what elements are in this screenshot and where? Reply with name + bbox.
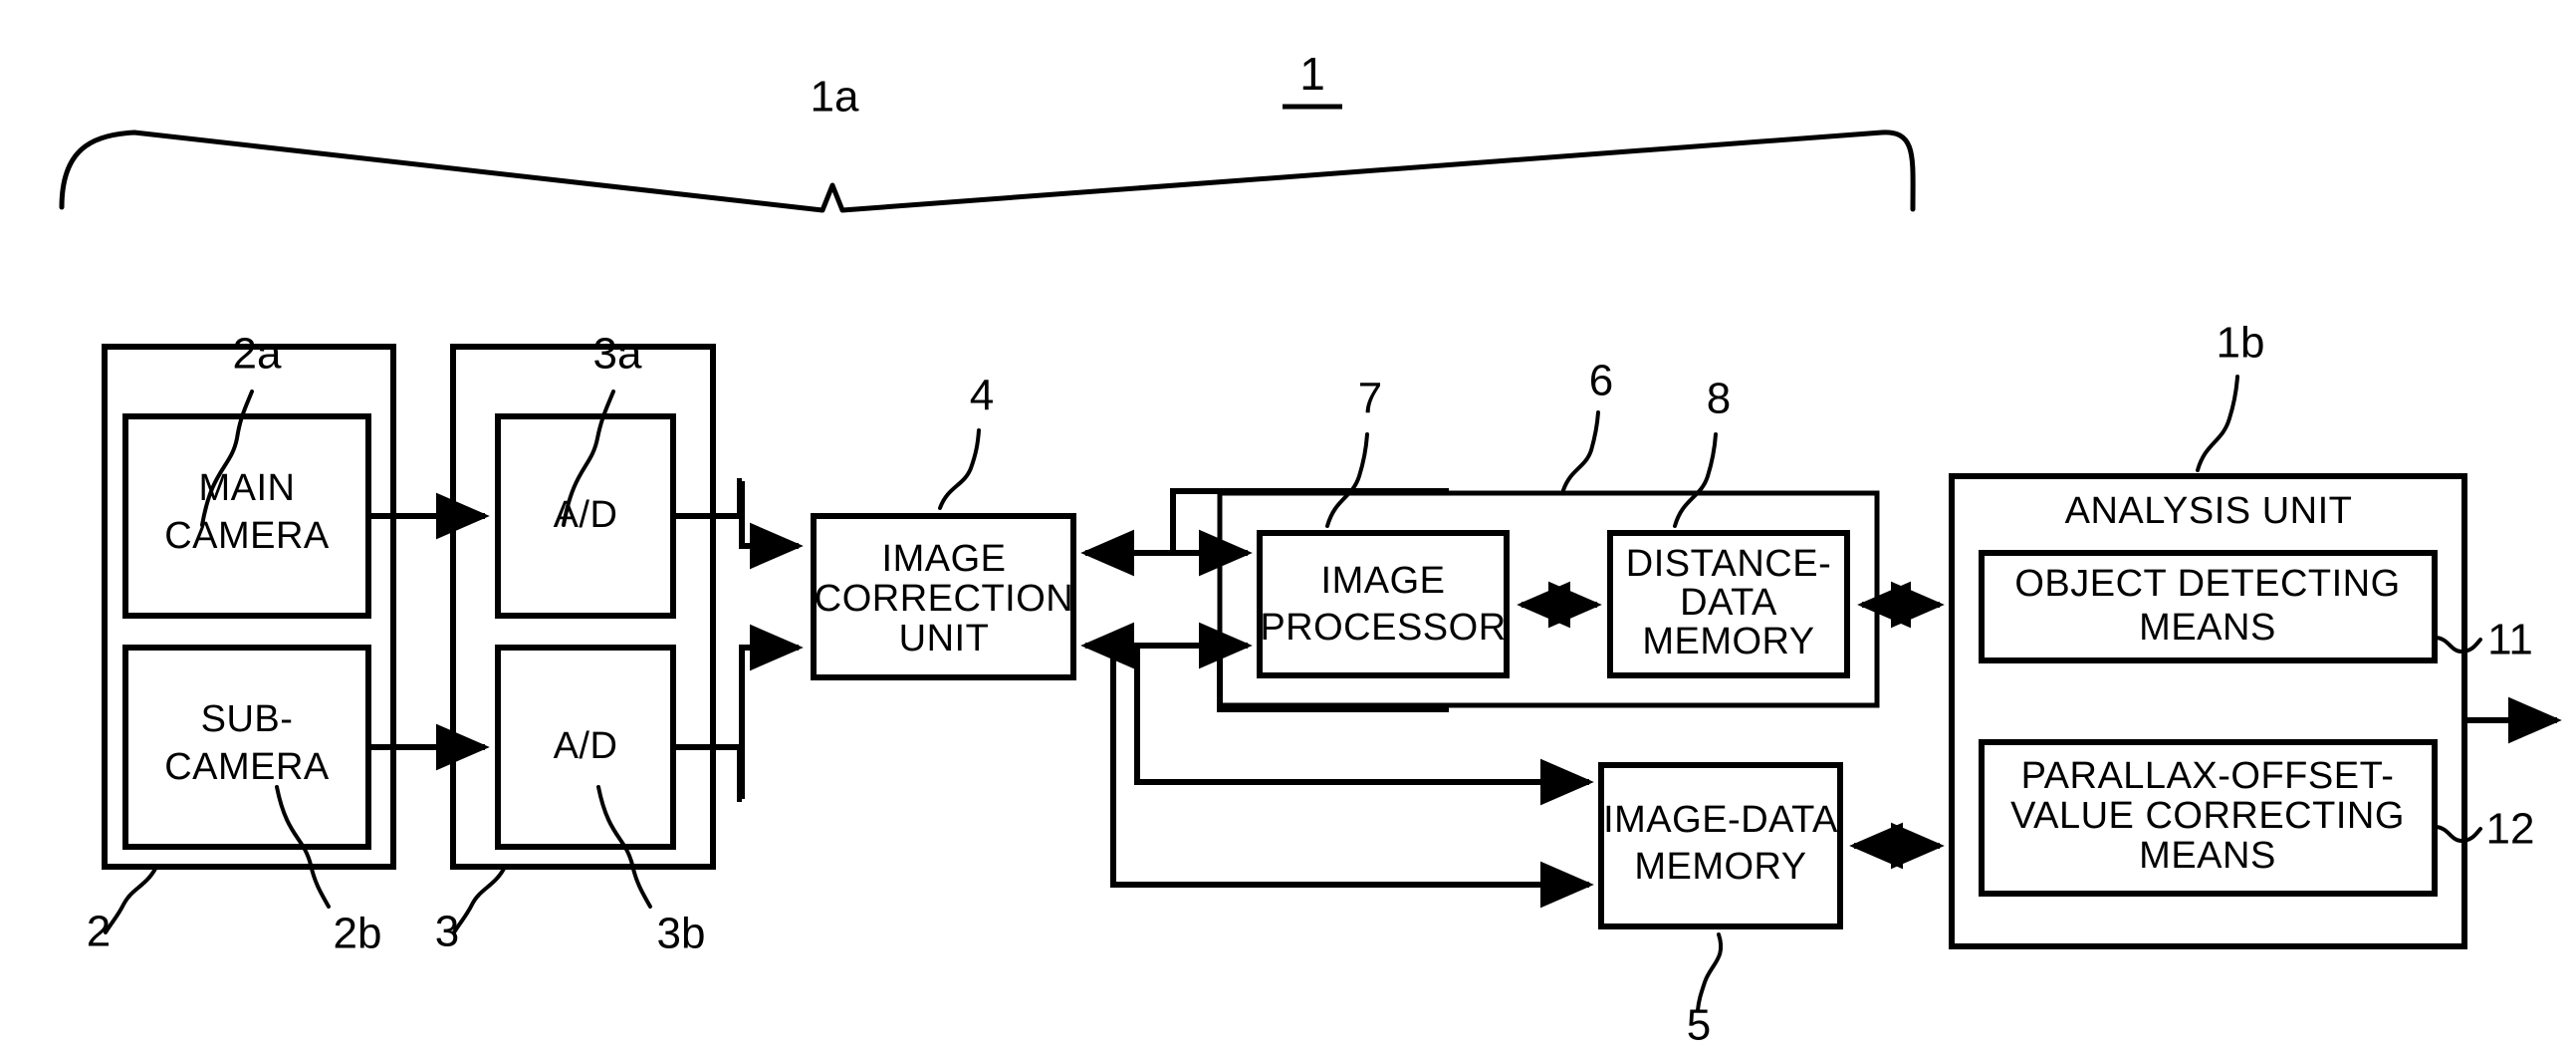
wire-ad-bottom-seg1 [673,744,743,802]
sub-camera-label-line2: CAMERA [164,746,330,788]
image-correction-unit-label-line2: CORRECTION [815,578,1073,620]
reference-label-1b: 1b [2217,319,2265,368]
object-detecting-means-label-line1: OBJECT DETECTING [2014,563,2400,605]
leader-1b [2196,375,2239,472]
reference-label-4: 4 [970,372,994,420]
reference-label-2b: 2b [334,910,382,958]
leader-12 [2433,825,2482,844]
image-data-memory-label-line2: MEMORY [1634,846,1806,888]
reference-label-8: 8 [1707,375,1731,423]
leader-11 [2433,636,2482,655]
image-data-memory-group: IMAGE-DATA MEMORY 5 [1598,762,1843,1050]
reference-label-3: 3 [435,908,459,956]
ad-converter-bottom-label: A/D [554,725,618,767]
imaging-section-bracket [59,130,1916,213]
reference-label-12: 12 [2486,805,2535,854]
reference-label-7: 7 [1358,375,1382,423]
parallax-offset-means-label-line2: VALUE CORRECTING [2010,795,2405,837]
leader-6 [1561,410,1600,492]
wire-to-image-data-memory-lower [1110,646,1594,909]
figure-number-1-group: 1 [1283,48,1342,110]
camera-to-ad-wires [368,492,490,771]
leader-5 [1696,932,1724,1012]
block-diagram: 1 1a MAIN CAMERA SUB- CAMERA 2a 2b 2 A/D… [59,48,2562,1050]
wire-ad-top-seg2 [739,481,804,570]
distance-data-memory-label-line3: MEMORY [1642,621,1814,662]
leader-7 [1325,432,1369,528]
reference-label-2: 2 [87,908,111,956]
analysis-unit-title: ANALYSIS UNIT [2065,490,2353,532]
image-processor-box [1257,530,1510,678]
image-data-memory-label-line1: IMAGE-DATA [1603,799,1838,841]
correction-to-image-data-memory-wires [1110,646,1594,909]
camera-assembly-group: MAIN CAMERA SUB- CAMERA 2a 2b 2 [87,330,396,958]
wire-processor-feedback-top [1170,488,1449,553]
image-correction-unit-label-line3: UNIT [899,618,990,659]
object-detecting-means-label-line2: MEANS [2139,607,2276,649]
image-processor-group: IMAGE PROCESSOR 7 [1257,375,1510,678]
ad-to-correction-wires [673,478,804,802]
wire-to-image-data-memory-upper [1134,646,1594,806]
reference-label-6: 6 [1589,357,1613,405]
sub-camera-label-line1: SUB- [201,698,294,740]
main-camera-label-line2: CAMERA [164,515,330,557]
reference-label-5: 5 [1687,1001,1711,1050]
ad-converter-top-label: A/D [554,494,618,536]
leader-3 [452,867,506,934]
distance-data-memory-group: DISTANCE- DATA MEMORY 8 [1607,375,1850,678]
figure-number-1: 1 [1299,48,1325,100]
image-processor-label-line1: IMAGE [1321,560,1446,602]
reference-label-3a: 3a [593,330,642,379]
parallax-offset-means-label-line1: PARALLAX-OFFSET- [2021,755,2395,797]
reference-label-11: 11 [2487,616,2533,664]
wire-ad-bottom-seg2 [739,624,804,799]
leader-4 [938,428,981,510]
parallax-offset-means-label-line3: MEANS [2139,835,2276,877]
reference-label-1a: 1a [811,73,859,122]
image-processor-label-line2: PROCESSOR [1260,607,1506,649]
image-correction-unit-label-line1: IMAGE [882,538,1007,580]
reference-label-2a: 2a [233,330,282,379]
distance-data-memory-label-line1: DISTANCE- [1626,543,1831,585]
patent-figure-canvas: 1 1a MAIN CAMERA SUB- CAMERA 2a 2b 2 A/D… [0,0,2576,1052]
distance-data-memory-label-line2: DATA [1680,582,1777,624]
ad-converter-assembly-group: A/D A/D 3a 3b 3 [435,330,716,958]
camera-assembly-box [102,344,396,870]
leader-8 [1673,432,1718,528]
imaging-section-bracket-group: 1a [59,73,1916,213]
image-correction-unit-group: IMAGE CORRECTION UNIT 4 [811,372,1076,680]
analysis-unit-group: ANALYSIS UNIT OBJECT DETECTING MEANS PAR… [1949,319,2535,949]
wire-ad-top-seg1 [673,478,743,519]
leader-2 [104,867,157,934]
reference-label-3b: 3b [657,910,706,958]
